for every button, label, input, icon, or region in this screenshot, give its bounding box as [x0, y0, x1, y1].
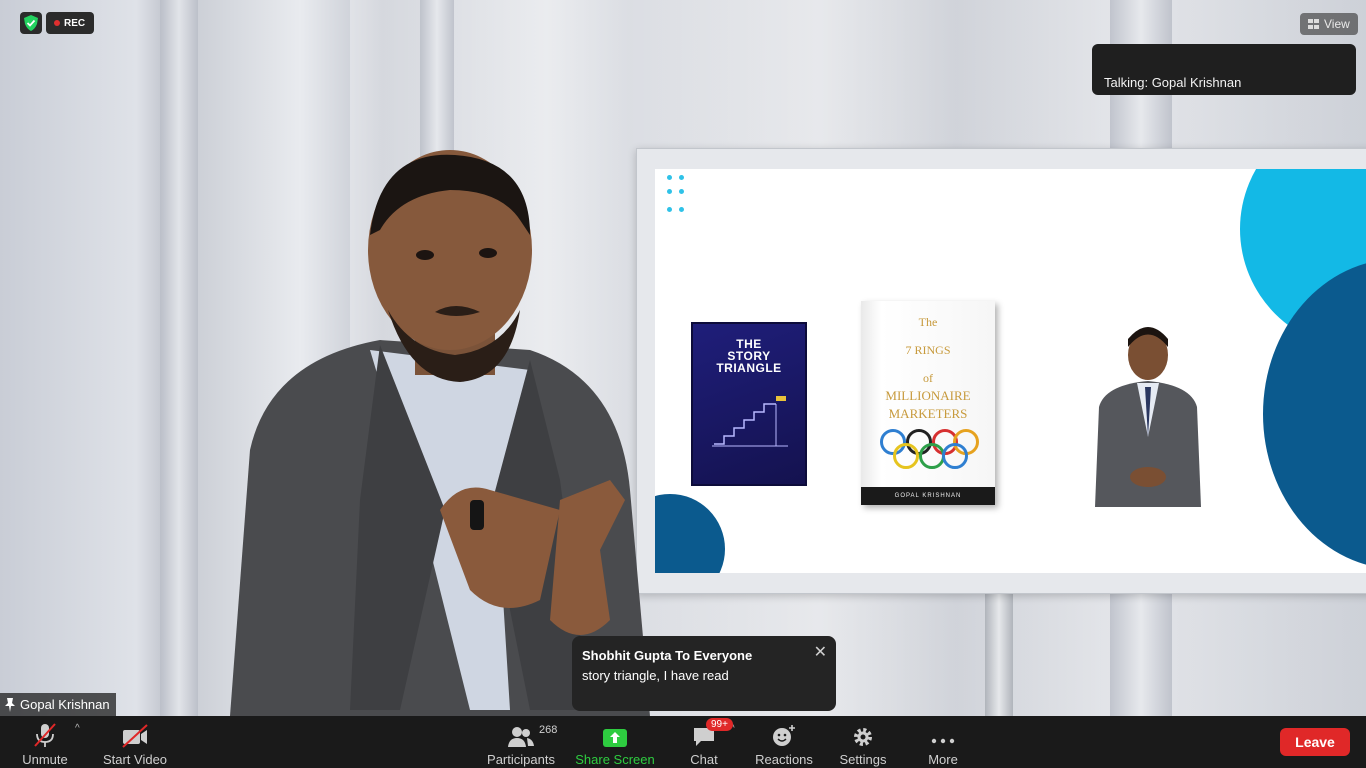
book2-title-line: The [918, 315, 938, 329]
close-icon[interactable]: ✕ [814, 642, 827, 662]
slide: THE STORY TRIANGLE The 7 RINGS of MILLIO… [655, 169, 1366, 573]
audio-options-chevron-up-icon[interactable]: ^ [75, 723, 80, 734]
book2-title-line: MARKETERS [888, 406, 968, 421]
video-off-icon [121, 722, 149, 748]
screen-stand [985, 590, 1013, 716]
book1-title-line: TRIANGLE [716, 361, 782, 375]
grid-view-icon [1308, 19, 1319, 29]
recording-label: REC [64, 17, 86, 29]
book2-author: GOPAL KRISHNAN [861, 487, 995, 505]
reactions-button[interactable]: Reactions [755, 716, 813, 768]
participants-icon: 268 [508, 722, 557, 748]
book2-title-line: 7 RINGS [905, 343, 951, 357]
participants-button[interactable]: 268 Participants [487, 716, 557, 768]
more-label: More [928, 752, 958, 767]
slide-circle-small [655, 494, 725, 573]
view-button[interactable]: View [1300, 13, 1358, 35]
slide-decoration-dots [667, 175, 689, 215]
unmute-label: Unmute [22, 752, 68, 767]
settings-button[interactable]: Settings [838, 716, 888, 768]
pin-icon [5, 697, 15, 712]
view-label: View [1324, 17, 1350, 31]
start-video-button[interactable]: Start Video [102, 716, 168, 768]
video-feed: THE STORY TRIANGLE The 7 RINGS of MILLIO… [0, 0, 1366, 716]
talking-text: Talking: Gopal Krishnan [1104, 75, 1242, 90]
book-cover-story-triangle: THE STORY TRIANGLE [691, 322, 807, 486]
presenter-photo [1095, 327, 1201, 507]
speaker-name-tag: Gopal Krishnan [0, 693, 116, 716]
muted-microphone-icon [32, 722, 58, 748]
ellipsis-icon [931, 722, 955, 748]
meeting-toolbar: Unmute ^ Start Video 268 Participants Sh… [0, 716, 1366, 768]
chat-unread-badge: 99+ [706, 718, 733, 731]
speaker-name: Gopal Krishnan [20, 697, 110, 712]
staircase-graphic [712, 396, 788, 447]
chat-label: Chat [690, 752, 718, 767]
share-screen-label: Share Screen [575, 752, 655, 767]
speaker-figure [230, 150, 650, 716]
record-dot-icon [54, 20, 60, 26]
book2-title-line: MILLIONAIRE [885, 388, 971, 403]
book2-title-line: of [923, 371, 933, 385]
unmute-button[interactable]: Unmute [20, 716, 70, 768]
security-shield-icon[interactable] [20, 12, 42, 34]
reactions-label: Reactions [755, 752, 813, 767]
recording-badge: REC [46, 12, 95, 34]
chat-message: story triangle, I have read [582, 668, 729, 683]
leave-button[interactable]: Leave [1280, 728, 1350, 756]
participants-count: 268 [539, 724, 558, 736]
stage-pillar [160, 0, 198, 716]
talking-indicator: Talking: Gopal Krishnan [1092, 44, 1356, 95]
gear-icon [852, 722, 874, 748]
presentation-screen: THE STORY TRIANGLE The 7 RINGS of MILLIO… [636, 148, 1366, 594]
participants-label: Participants [487, 752, 555, 767]
smiley-plus-icon [771, 722, 797, 748]
book-cover-7-rings: The 7 RINGS of MILLIONAIRE MARKETERS GOP… [861, 301, 995, 505]
chat-sender: Shobhit Gupta To Everyone [582, 648, 753, 663]
share-screen-icon [602, 722, 628, 748]
start-video-label: Start Video [102, 752, 168, 767]
settings-label: Settings [839, 752, 887, 767]
more-button[interactable]: More [926, 716, 960, 768]
chat-notification[interactable]: Shobhit Gupta To Everyone story triangle… [572, 636, 836, 711]
olympic-rings-graphic [878, 427, 979, 469]
share-screen-button[interactable]: Share Screen [575, 716, 655, 768]
recording-indicator: REC [20, 12, 95, 34]
